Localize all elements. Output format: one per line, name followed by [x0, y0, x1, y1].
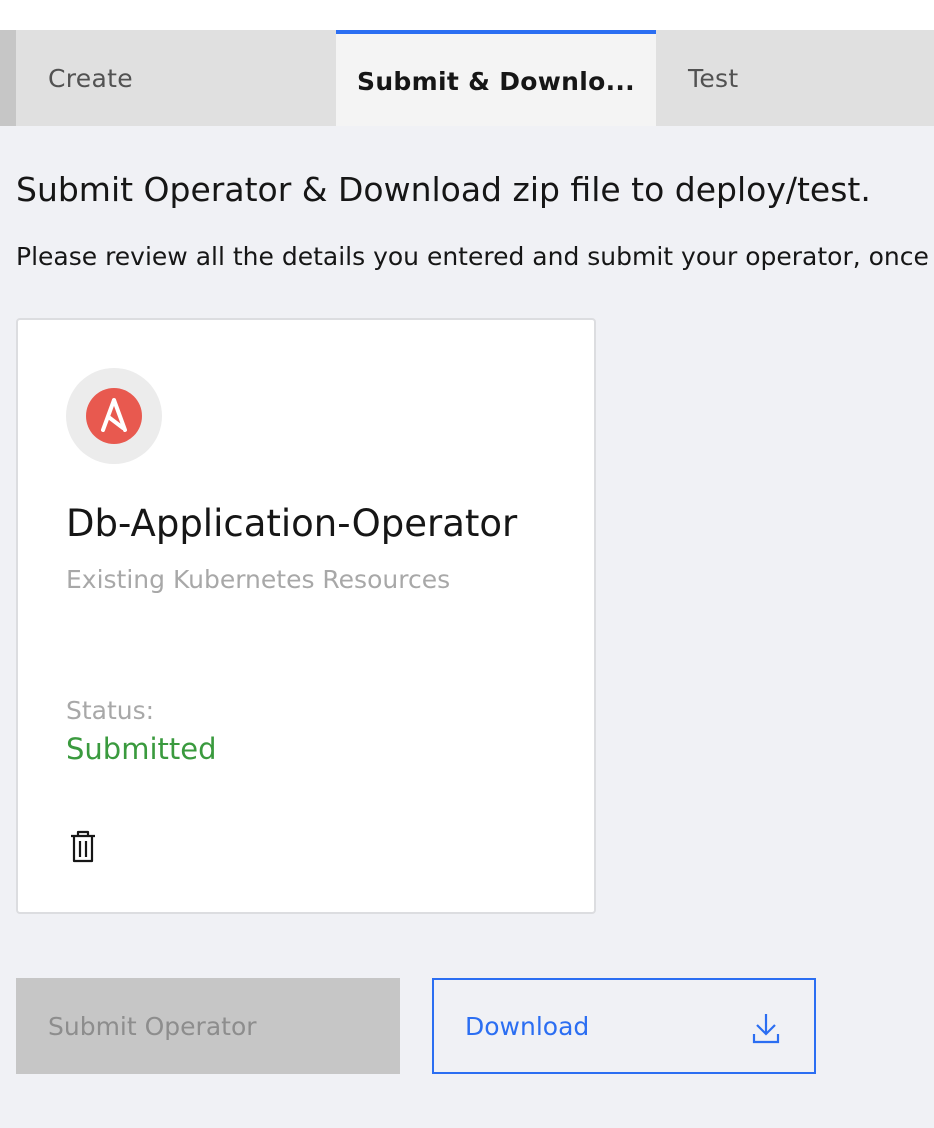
tab-test[interactable]: Test — [656, 30, 934, 126]
ansible-logo-icon — [86, 388, 142, 444]
page-description: Please review all the details you entere… — [16, 242, 929, 271]
operator-name: Db-Application-Operator — [66, 502, 518, 545]
operator-type: Existing Kubernetes Resources — [66, 565, 451, 594]
download-button-label: Download — [465, 1011, 590, 1041]
submit-operator-button[interactable]: Submit Operator — [16, 978, 400, 1074]
trash-icon[interactable] — [68, 830, 98, 864]
download-icon — [752, 1014, 780, 1044]
tab-bar: Create Submit & Downlo... Test — [0, 30, 934, 126]
download-button[interactable]: Download — [432, 978, 816, 1074]
tab-bar-edge — [0, 30, 16, 126]
operator-avatar — [66, 368, 162, 464]
operator-card: Db-Application-Operator Existing Kuberne… — [16, 318, 596, 914]
status-value: Submitted — [66, 732, 217, 766]
status-label: Status: — [66, 696, 155, 725]
tab-submit-download[interactable]: Submit & Downlo... — [336, 30, 656, 126]
tab-create[interactable]: Create — [16, 30, 336, 126]
top-strip — [0, 0, 934, 30]
page-title: Submit Operator & Download zip file to d… — [16, 170, 871, 209]
